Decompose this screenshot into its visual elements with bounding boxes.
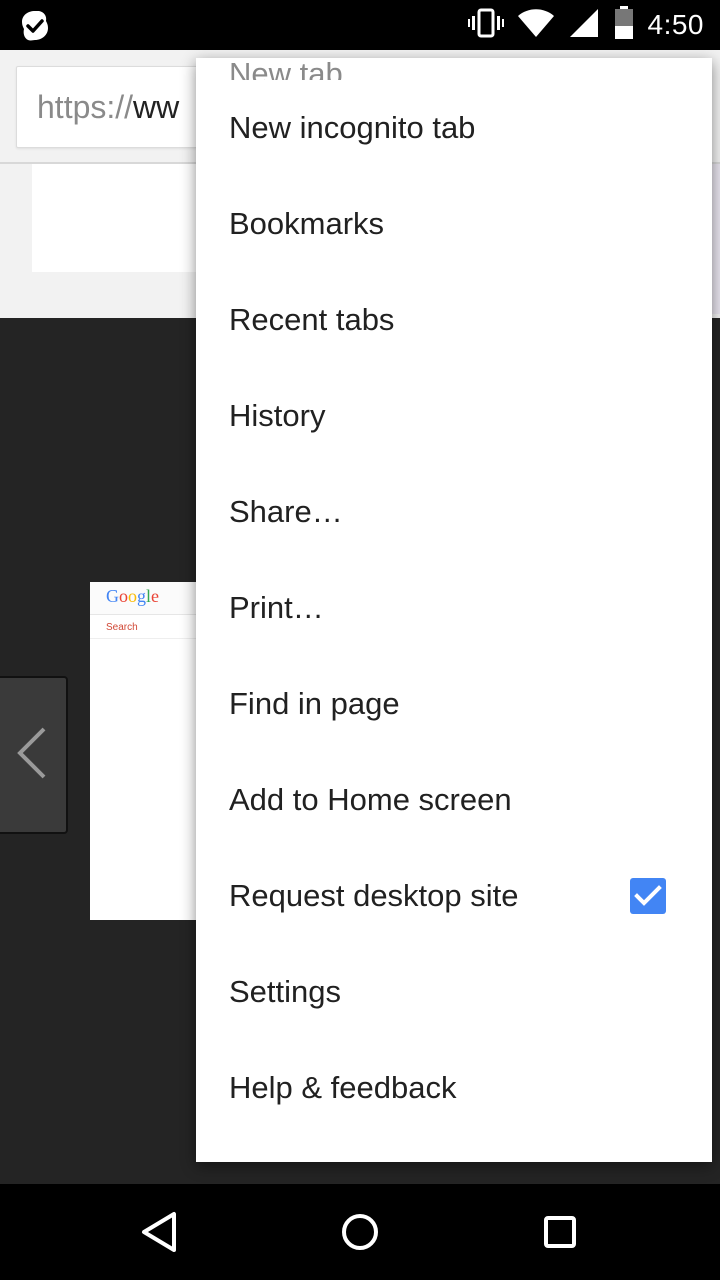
menu-item-history[interactable]: History [196, 368, 712, 464]
logo-letter: o [128, 586, 137, 606]
clock: 4:50 [647, 9, 704, 40]
status-bar: 4:50 [0, 0, 720, 50]
menu-item-new-incognito-tab[interactable]: New incognito tab [196, 80, 712, 176]
menu-item-find-in-page[interactable]: Find in page [196, 656, 712, 752]
back-triangle-icon[interactable] [136, 1208, 184, 1256]
status-icons: 4:50 [467, 0, 705, 50]
wifi-icon [517, 8, 554, 43]
menu-item-label: Bookmarks [229, 206, 385, 241]
url-text: https://ww [37, 89, 179, 126]
checkmark-icon [634, 885, 662, 906]
menu-item-label: Add to Home screen [229, 782, 512, 817]
menu-item-request-desktop-site[interactable]: Request desktop site [196, 848, 712, 944]
signal-icon [568, 7, 600, 44]
notification-app-icon [18, 9, 52, 48]
menu-item-label: Recent tabs [229, 302, 395, 337]
previous-tab-button[interactable] [0, 676, 68, 834]
request-desktop-site-checkbox[interactable] [630, 878, 666, 914]
menu-item-share[interactable]: Share… [196, 464, 712, 560]
logo-letter: g [137, 586, 146, 606]
menu-item-settings[interactable]: Settings [196, 944, 712, 1040]
menu-item-label: Share… [229, 494, 343, 529]
menu-item-label: Print… [229, 590, 324, 625]
menu-item-recent-tabs[interactable]: Recent tabs [196, 272, 712, 368]
home-circle-icon[interactable] [336, 1208, 384, 1256]
thumbnail-search-label: Search [106, 622, 138, 633]
logo-letter: e [151, 586, 160, 606]
recents-square-icon[interactable] [536, 1208, 584, 1256]
logo-letter: G [106, 586, 119, 606]
menu-item-label: History [229, 398, 326, 433]
menu-item-print[interactable]: Print… [196, 560, 712, 656]
menu-item-label: Help & feedback [229, 1070, 457, 1105]
menu-item-help-feedback[interactable]: Help & feedback [196, 1040, 712, 1136]
menu-item-label: New tab [229, 58, 343, 80]
battery-icon [614, 5, 634, 45]
vibrate-icon [467, 7, 504, 44]
chevron-left-icon [14, 725, 50, 786]
page-content-card [32, 164, 222, 272]
url-scheme: https:// [37, 89, 134, 125]
overflow-menu: New tab New incognito tab Bookmarks Rece… [196, 58, 712, 1162]
navigation-bar [0, 1184, 720, 1280]
logo-letter: o [119, 586, 128, 606]
menu-item-label: Find in page [229, 686, 400, 721]
menu-item-new-tab[interactable]: New tab [196, 58, 712, 80]
menu-item-label: New incognito tab [229, 110, 476, 145]
menu-item-label: Settings [229, 974, 342, 1009]
menu-item-add-to-home-screen[interactable]: Add to Home screen [196, 752, 712, 848]
menu-item-bookmarks[interactable]: Bookmarks [196, 176, 712, 272]
google-logo: Google [106, 586, 159, 607]
url-host: ww [133, 89, 180, 125]
screen: 4:50 https://ww Google Search New tab Ne… [0, 0, 720, 1280]
